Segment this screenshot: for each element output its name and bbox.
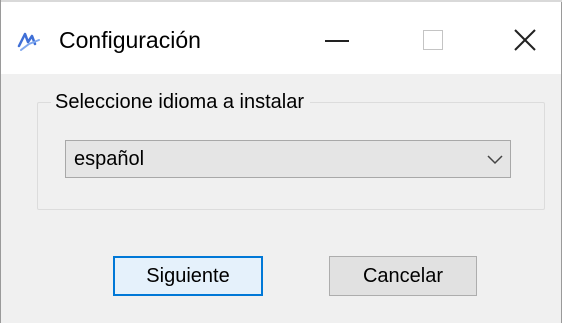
maximize-button[interactable] — [397, 10, 469, 70]
minimize-button[interactable] — [301, 10, 373, 70]
close-icon — [514, 29, 536, 51]
minimize-icon — [325, 40, 349, 42]
window-title: Configuración — [59, 27, 201, 53]
close-button[interactable] — [489, 10, 561, 70]
config-dialog: Configuración Seleccione idioma a instal… — [0, 0, 562, 323]
language-group-label: Seleccione idioma a instalar — [51, 90, 311, 114]
language-dropdown-value: español — [74, 148, 145, 170]
language-dropdown[interactable]: español — [65, 140, 511, 178]
app-icon — [17, 32, 40, 51]
title-bar[interactable]: Configuración — [1, 2, 561, 74]
maximize-icon — [423, 30, 443, 50]
cancel-button[interactable]: Cancelar — [329, 256, 477, 296]
chevron-down-icon — [487, 155, 503, 165]
next-button[interactable]: Siguiente — [113, 256, 263, 296]
